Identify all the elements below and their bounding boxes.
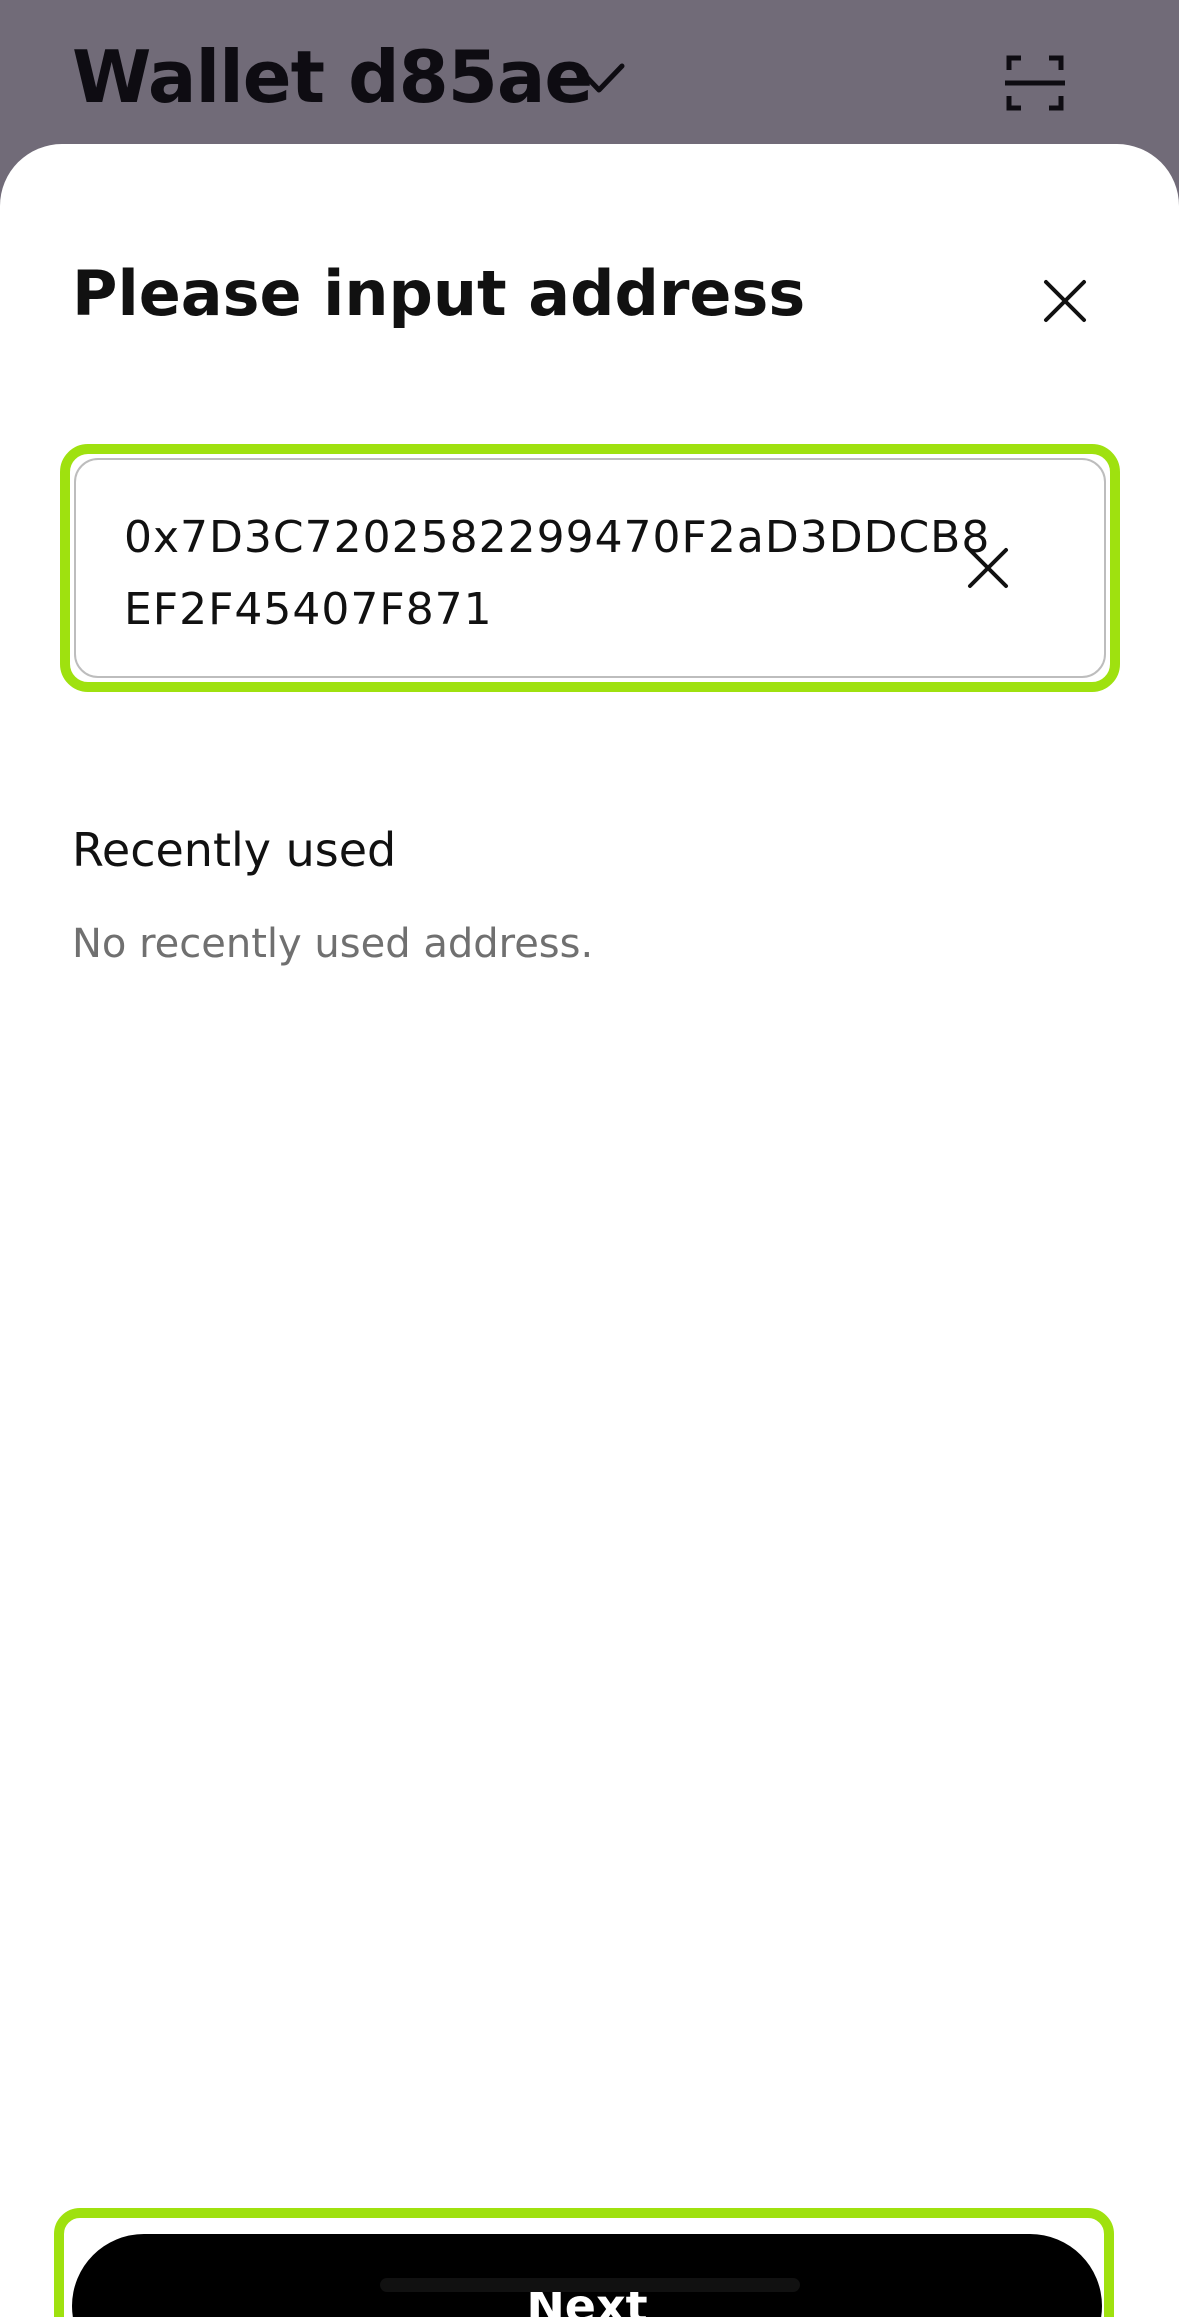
wallet-title[interactable]: Wallet d85ae (72, 32, 593, 122)
close-button[interactable] (1030, 266, 1100, 336)
sheet-title: Please input address (72, 257, 806, 330)
wallet-header: Wallet d85ae (0, 0, 1179, 160)
recently-used-heading: Recently used (72, 823, 397, 877)
clear-address-button[interactable] (956, 536, 1020, 600)
recently-used-empty: No recently used address. (72, 921, 594, 967)
scan-icon[interactable] (1005, 54, 1065, 112)
address-input-value[interactable]: 0x7D3C7202582299470F2aD3DDCB8EF2F45407F8… (124, 502, 1004, 646)
clear-icon (968, 548, 1008, 588)
close-icon (1044, 280, 1086, 322)
home-indicator (380, 2278, 800, 2292)
screen: Wallet d85ae Please input address 0x7D3C… (0, 0, 1179, 2317)
chevron-down-icon[interactable] (572, 58, 626, 98)
address-sheet: Please input address 0x7D3C7202582299470… (0, 144, 1179, 2317)
next-button[interactable]: Next (72, 2234, 1102, 2317)
address-input[interactable]: 0x7D3C7202582299470F2aD3DDCB8EF2F45407F8… (74, 458, 1106, 678)
